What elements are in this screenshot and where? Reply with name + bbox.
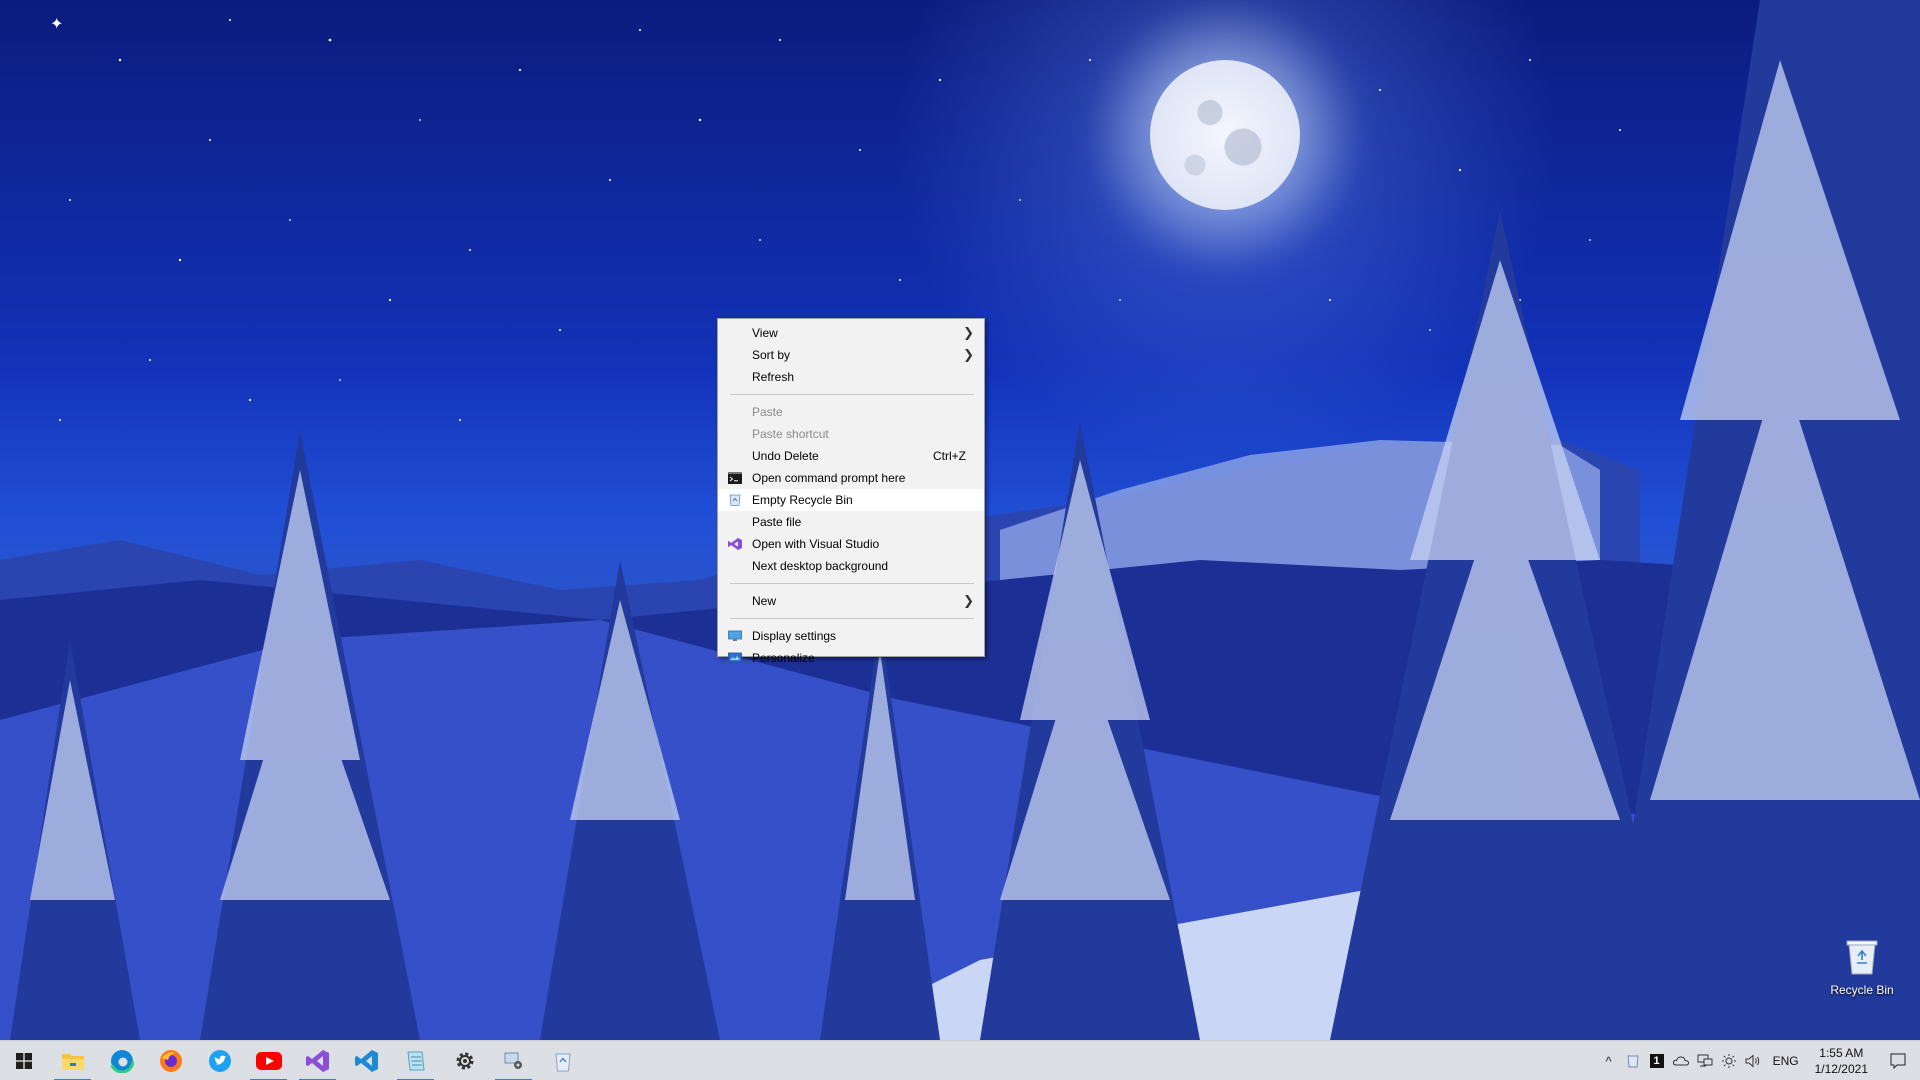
- menu-separator: [730, 583, 974, 584]
- sun-icon: [1721, 1054, 1736, 1068]
- onedrive-icon[interactable]: [1669, 1041, 1693, 1080]
- recycle-bin-icon: [1846, 940, 1878, 975]
- network-icon[interactable]: [1693, 1041, 1717, 1080]
- taskbar-file-explorer[interactable]: [48, 1041, 97, 1080]
- brightness-icon[interactable]: [1717, 1041, 1741, 1080]
- volume-icon[interactable]: [1741, 1041, 1765, 1080]
- action-center-button[interactable]: [1876, 1041, 1920, 1080]
- menu-item-label: New: [752, 594, 777, 608]
- visual-studio-icon: [305, 1049, 329, 1072]
- menu-item-sort-by[interactable]: Sort by ❯: [718, 344, 984, 366]
- menu-item-label: Empty Recycle Bin: [752, 493, 853, 507]
- menu-item-next-desktop-background[interactable]: Next desktop background: [718, 555, 984, 577]
- personalize-icon: [728, 652, 742, 663]
- clock[interactable]: 1:55 AM 1/12/2021: [1807, 1045, 1876, 1077]
- display-settings-icon: [728, 630, 742, 641]
- tray-recycle-icon: [1627, 1055, 1639, 1068]
- taskbar-control-panel[interactable]: [489, 1041, 538, 1080]
- menu-item-paste-shortcut: Paste shortcut: [718, 423, 984, 445]
- notepad-icon: [406, 1051, 425, 1070]
- system-tray: ^ 1 ENG 1:55 AM 1/12/2021: [1597, 1041, 1920, 1080]
- tray-overflow-chevron-icon[interactable]: ^: [1597, 1041, 1621, 1080]
- menu-separator: [730, 618, 974, 619]
- menu-item-personalize[interactable]: Personalize: [718, 647, 984, 669]
- speaker-icon: [1745, 1054, 1759, 1068]
- clock-date: 1/12/2021: [1814, 1062, 1868, 1076]
- menu-item-new[interactable]: New ❯: [718, 590, 984, 612]
- taskbar-visual-studio[interactable]: [293, 1041, 342, 1080]
- firefox-icon: [159, 1049, 182, 1072]
- menu-item-label: Next desktop background: [752, 559, 889, 573]
- menu-item-label: Undo Delete: [752, 449, 819, 463]
- menu-item-label: Display settings: [752, 629, 837, 643]
- edge-icon: [109, 1048, 134, 1073]
- tray-app-icon[interactable]: [1621, 1041, 1645, 1080]
- recycle-bin-icon: [554, 1053, 571, 1071]
- windows-logo-icon: [16, 1052, 32, 1069]
- recycle-bin-icon: [729, 494, 741, 506]
- menu-item-undo-delete[interactable]: Undo Delete Ctrl+Z: [718, 445, 984, 467]
- menu-item-display-settings[interactable]: Display settings: [718, 625, 984, 647]
- menu-item-label: Open with Visual Studio: [752, 537, 880, 551]
- input-language[interactable]: ENG: [1765, 1054, 1807, 1068]
- taskbar-edge[interactable]: [97, 1041, 146, 1080]
- menu-item-paste: Paste: [718, 401, 984, 423]
- menu-item-open-with-visual-studio[interactable]: Open with Visual Studio: [718, 533, 984, 555]
- control-panel-icon: [504, 1052, 522, 1069]
- menu-item-label: Paste: [752, 405, 783, 419]
- menu-item-view[interactable]: View ❯: [718, 322, 984, 344]
- taskbar: ^ 1 ENG 1:55 AM 1/12/2021: [0, 1040, 1920, 1080]
- notification-icon: [1890, 1053, 1906, 1069]
- start-button[interactable]: [0, 1041, 48, 1080]
- menu-item-refresh[interactable]: Refresh: [718, 366, 984, 388]
- menu-item-label: Sort by: [752, 348, 791, 362]
- tray-badge-number: 1: [1649, 1054, 1664, 1068]
- submenu-arrow-icon: ❯: [963, 593, 974, 608]
- taskbar-youtube[interactable]: [244, 1041, 293, 1080]
- menu-item-label: Paste shortcut: [752, 427, 829, 441]
- mouse-cursor-icon: ✦: [50, 16, 64, 33]
- menu-item-label: Paste file: [752, 515, 802, 529]
- menu-item-label: View: [752, 326, 778, 340]
- menu-separator: [730, 394, 974, 395]
- clock-time: 1:55 AM: [1819, 1046, 1864, 1060]
- menu-item-open-command-prompt[interactable]: Open command prompt here: [718, 467, 984, 489]
- tray-badge[interactable]: 1: [1645, 1041, 1669, 1080]
- taskbar-vscode[interactable]: [342, 1041, 391, 1080]
- recycle-bin-desktop-icon[interactable]: Recycle Bin: [1822, 936, 1902, 997]
- file-explorer-icon: [61, 1053, 84, 1070]
- menu-item-label: Refresh: [752, 370, 795, 384]
- command-prompt-icon: [728, 472, 742, 484]
- menu-item-label: Open command prompt here: [752, 471, 906, 485]
- menu-item-label: Personalize: [752, 651, 815, 665]
- taskbar-notepad[interactable]: [391, 1041, 440, 1080]
- submenu-arrow-icon: ❯: [963, 347, 974, 362]
- visual-studio-icon: [728, 538, 742, 550]
- taskbar-twitter[interactable]: [195, 1041, 244, 1080]
- youtube-icon: [255, 1051, 282, 1070]
- cloud-icon: [1672, 1056, 1689, 1066]
- taskbar-recycle-bin[interactable]: [538, 1041, 587, 1080]
- network-monitor-icon: [1697, 1054, 1713, 1067]
- settings-gear-icon: [456, 1052, 473, 1069]
- desktop-context-menu: View ❯ Sort by ❯ Refresh Paste Paste sho…: [717, 318, 985, 665]
- menu-item-empty-recycle-bin[interactable]: Empty Recycle Bin: [718, 489, 984, 511]
- vscode-icon: [354, 1049, 378, 1072]
- taskbar-settings[interactable]: [440, 1041, 489, 1080]
- menu-item-shortcut: Ctrl+Z: [933, 449, 966, 463]
- submenu-arrow-icon: ❯: [963, 325, 974, 340]
- twitter-icon: [208, 1049, 231, 1072]
- menu-item-paste-file[interactable]: Paste file: [718, 511, 984, 533]
- recycle-bin-label: Recycle Bin: [1830, 983, 1894, 997]
- taskbar-firefox[interactable]: [146, 1041, 195, 1080]
